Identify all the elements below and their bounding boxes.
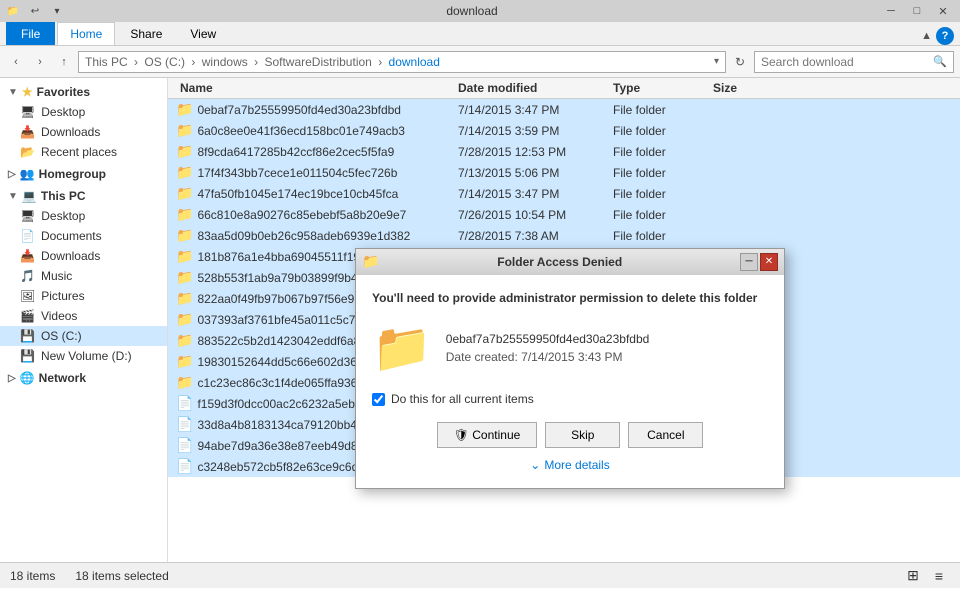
- dialog-title-bar: 📁 Folder Access Denied ─ ✕: [356, 249, 784, 275]
- dialog-icon: 📁: [362, 253, 379, 270]
- do-for-all-checkbox[interactable]: [372, 393, 385, 406]
- dialog-checkbox-container: Do this for all current items: [372, 392, 768, 406]
- dialog-minimize-button[interactable]: ─: [740, 253, 758, 271]
- folder-name: 0ebaf7a7b25559950fd4ed30a23bfdbd: [446, 332, 650, 346]
- skip-button[interactable]: Skip: [545, 422, 620, 448]
- chevron-down-icon: ⌄: [530, 458, 540, 472]
- big-folder-icon: 📁: [372, 319, 432, 376]
- dialog-title: Folder Access Denied: [497, 255, 622, 269]
- folder-date: Date created: 7/14/2015 3:43 PM: [446, 350, 650, 364]
- checkbox-label[interactable]: Do this for all current items: [391, 392, 534, 406]
- folder-details: 0ebaf7a7b25559950fd4ed30a23bfdbd Date cr…: [446, 332, 650, 364]
- folder-access-denied-dialog: 📁 Folder Access Denied ─ ✕ You'll need t…: [355, 248, 785, 489]
- dialog-buttons: 🛡 Continue Skip Cancel: [372, 422, 768, 448]
- continue-label: Continue: [472, 428, 520, 442]
- cancel-button[interactable]: Cancel: [628, 422, 703, 448]
- more-details-label: More details: [544, 458, 609, 472]
- dialog-folder-info: 📁 0ebaf7a7b25559950fd4ed30a23bfdbd Date …: [372, 319, 768, 376]
- dialog-message: You'll need to provide administrator per…: [372, 291, 768, 305]
- more-details-button[interactable]: ⌄ More details: [372, 458, 768, 472]
- dialog-content: You'll need to provide administrator per…: [356, 275, 784, 488]
- continue-icon: 🛡: [454, 428, 469, 442]
- dialog-overlay: 📁 Folder Access Denied ─ ✕ You'll need t…: [0, 0, 960, 616]
- continue-button[interactable]: 🛡 Continue: [437, 422, 538, 448]
- dialog-window-controls: ─ ✕: [740, 253, 778, 271]
- dialog-close-button[interactable]: ✕: [760, 253, 778, 271]
